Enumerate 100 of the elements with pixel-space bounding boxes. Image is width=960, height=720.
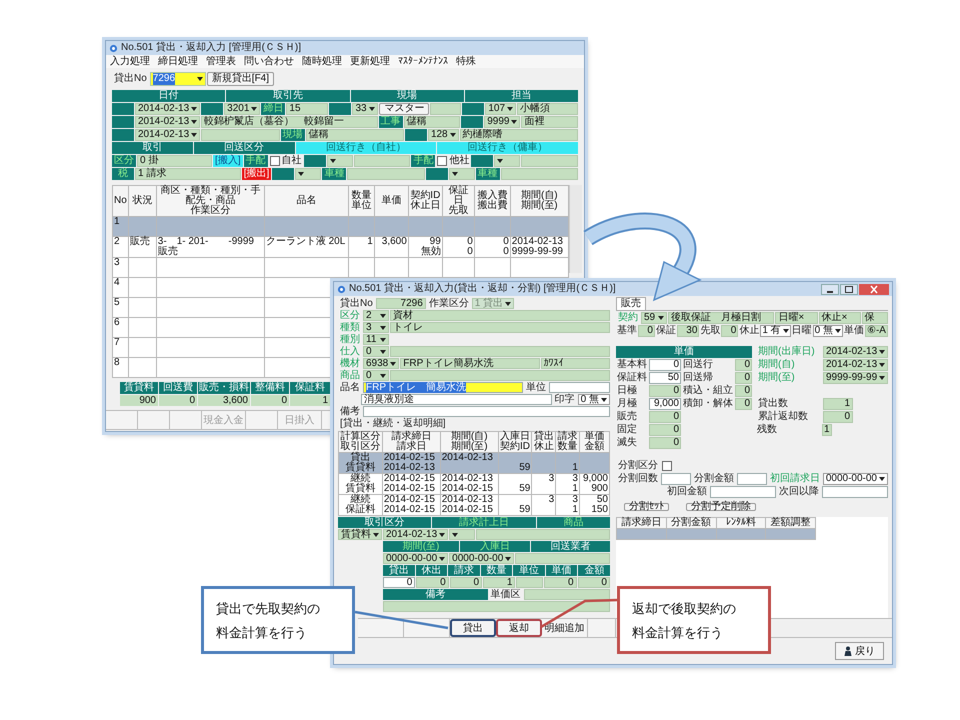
dropdown[interactable]: 2014-02-13	[135, 103, 200, 115]
toolbar-button[interactable]	[588, 619, 616, 637]
menu-item[interactable]: 更新処理	[350, 56, 390, 68]
dropdown[interactable]	[494, 155, 520, 167]
action-button[interactable]: 返却	[496, 619, 542, 637]
checkbox[interactable]	[437, 156, 448, 166]
dropdown[interactable]: 0 無	[578, 394, 610, 405]
input-field[interactable]	[549, 382, 610, 393]
close-icon[interactable]	[859, 284, 889, 294]
column-header: 賃貸料	[120, 382, 158, 394]
section-header: 回送業者	[530, 541, 610, 552]
table-row[interactable]: 貸出 賃貸料 2014-02-15 2014-02-13 2014-02-13 59 1	[338, 452, 610, 474]
field-tag	[112, 103, 134, 115]
person-icon	[844, 646, 852, 656]
dropdown[interactable]: 0	[363, 346, 389, 357]
dropdown[interactable]: 3	[363, 322, 389, 333]
dropdown[interactable]: 33	[352, 103, 378, 115]
caret-icon	[373, 532, 379, 536]
field-label: 休止	[738, 325, 760, 337]
dropdown[interactable]	[326, 155, 353, 167]
cell-text: 0	[466, 237, 473, 247]
toolbar-button[interactable]	[358, 619, 404, 637]
toolbar-button[interactable]	[246, 411, 278, 429]
dropdown[interactable]: 0000-00-00	[383, 553, 448, 564]
field-label: 初回金額	[666, 486, 708, 498]
input-field[interactable]: 50	[649, 372, 681, 384]
dropdown[interactable]: 2014-02-13	[823, 359, 888, 371]
column-header: 単位	[350, 201, 372, 211]
value-field: 後取保証 月極日割	[668, 312, 774, 324]
maximize-icon[interactable]	[840, 284, 858, 294]
action-button[interactable]: 貸出	[450, 619, 496, 637]
dropdown[interactable]: 3201	[224, 103, 260, 115]
value-field: 日曜×	[775, 312, 818, 324]
dropdown[interactable]: 2014-02-13	[823, 346, 888, 358]
back-button[interactable]: 戻り	[835, 642, 884, 660]
action-button[interactable]: 分割予定削除	[686, 503, 756, 511]
table-row[interactable]: 継続 賃貸料 2014-02-15 2014-02-15 2014-02-13 2014-02-15 59 3 3 1 9,000 900	[338, 474, 610, 494]
action-button[interactable]: マスター	[379, 103, 430, 115]
tab[interactable]: 販売	[616, 297, 646, 310]
action-button[interactable]: 新規貸出[F4]	[206, 72, 274, 86]
dropdown[interactable]: 0 無	[812, 325, 844, 337]
dropdown[interactable]: 6938	[363, 358, 400, 369]
input-field[interactable]: 0	[649, 359, 681, 371]
dropdown[interactable]: 2014-02-13	[383, 529, 448, 540]
caret-icon	[452, 172, 458, 176]
dropdown[interactable]: 2	[363, 310, 389, 321]
dropdown[interactable]: 9999	[484, 116, 520, 128]
dropdown[interactable]: 0000-00-00	[449, 553, 514, 564]
menu-item[interactable]: 随時処理	[302, 56, 342, 68]
dropdown[interactable]: 2014-02-13	[135, 129, 200, 141]
minimize-icon[interactable]	[821, 284, 839, 294]
dropdown[interactable]: 7296	[150, 72, 206, 86]
input-field[interactable]	[736, 473, 767, 485]
toolbar-button[interactable]	[170, 411, 202, 429]
field-tag: 車種	[322, 168, 346, 180]
checkbox[interactable]	[662, 461, 672, 471]
field-label: 単価	[843, 325, 866, 337]
input-field[interactable]: 消臭液別途	[361, 394, 552, 405]
input-field[interactable]	[822, 486, 888, 498]
toolbar-button[interactable]	[138, 411, 170, 429]
field-label: 区分	[339, 310, 361, 321]
input-field[interactable]	[363, 406, 610, 417]
dropdown[interactable]: 9999-99-99	[823, 372, 888, 384]
field-label: 先取	[699, 325, 722, 337]
scrollbar[interactable]	[568, 185, 582, 273]
dropdown[interactable]: 107	[485, 103, 516, 115]
section-header: 商品	[536, 517, 610, 528]
table-row[interactable]: 1	[112, 216, 568, 236]
cell-text: 2014-02-15	[442, 505, 494, 515]
input-field[interactable]: FRPトイレ 簡易水洗	[363, 382, 523, 393]
dropdown[interactable]: 0	[363, 370, 389, 381]
dropdown[interactable]: 0000-00-00	[822, 473, 888, 485]
dropdown[interactable]: 59	[641, 312, 667, 324]
input-field[interactable]	[710, 486, 776, 498]
action-button[interactable]: 分割ｾｯﾄ	[624, 503, 669, 511]
menu-item[interactable]: 入力処理	[110, 56, 150, 68]
dropdown[interactable]: 128	[428, 129, 459, 141]
value-field	[521, 155, 578, 167]
column-header: 金額	[583, 442, 606, 452]
cell-text: 3- 1- 201- -9999	[158, 237, 255, 247]
dropdown[interactable]: 11	[363, 334, 389, 345]
column-header: 搬入費	[476, 191, 508, 201]
input-field[interactable]: 0	[383, 577, 416, 588]
dropdown[interactable]: 1 有	[760, 325, 791, 337]
menu-item[interactable]: 管理表	[206, 56, 236, 68]
menu-item[interactable]: ﾏｽﾀｰﾒﾝﾃﾅﾝｽ	[398, 56, 448, 68]
dropdown[interactable]	[448, 168, 475, 180]
menu-item[interactable]: 問い合わせ	[244, 56, 294, 68]
menu-item[interactable]: 締日処理	[158, 56, 198, 68]
table-row[interactable]: 継続 保証料 2014-02-15 2014-02-15 2014-02-13 2014-02-15 59 3 3 1 50 150	[338, 494, 610, 516]
menu-item[interactable]: 特殊	[456, 56, 476, 68]
dropdown[interactable]	[449, 529, 476, 540]
input-field[interactable]	[661, 473, 691, 485]
toolbar-button[interactable]	[106, 411, 138, 429]
input-field[interactable]: 9,000	[649, 398, 681, 410]
dropdown[interactable]: 2014-02-13	[135, 116, 200, 128]
dropdown[interactable]: 賃貸料	[338, 529, 382, 540]
checkbox[interactable]	[270, 156, 280, 166]
table-row[interactable]: 2 販売 3- 1- 201- -9999 販売 クーラント液 20L 1 3,600 99 無効 0 0 0 0 2014-02-13 9999-99-99	[112, 236, 568, 258]
dropdown[interactable]	[295, 168, 322, 180]
